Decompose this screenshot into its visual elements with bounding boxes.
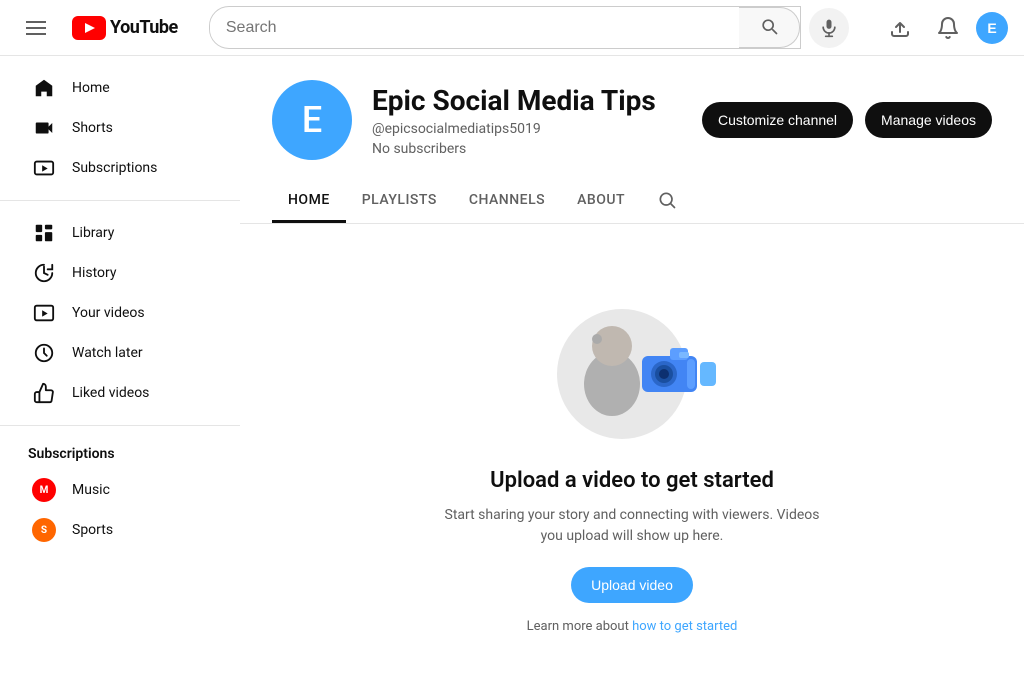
bell-icon <box>936 16 960 40</box>
empty-illustration <box>532 284 732 444</box>
tab-channels[interactable]: CHANNELS <box>453 180 561 223</box>
sidebar-item-liked-videos[interactable]: Liked videos <box>8 373 232 413</box>
library-icon <box>32 221 56 245</box>
sidebar-item-home[interactable]: Home <box>8 68 232 108</box>
watch-later-icon <box>32 341 56 365</box>
sidebar: Home Shorts Subscriptions Library Histor… <box>0 56 240 554</box>
sidebar-item-your-videos[interactable]: Your videos <box>8 293 232 333</box>
channel-actions: Customize channel Manage videos <box>702 102 992 138</box>
subscriptions-section-title: Subscriptions <box>0 438 240 470</box>
search-input[interactable] <box>210 11 739 45</box>
search-bar <box>209 6 801 49</box>
channel-avatar: E <box>272 80 352 160</box>
sidebar-item-library-label: Library <box>72 225 114 241</box>
learn-more-text: Learn more about how to get started <box>527 619 738 634</box>
sidebar-item-watch-later[interactable]: Watch later <box>8 333 232 373</box>
channel-header: E Epic Social Media Tips @epicsocialmedi… <box>240 56 1024 224</box>
sub-sports-icon: S <box>32 518 56 542</box>
sidebar-item-shorts[interactable]: Shorts <box>8 108 232 148</box>
main-content: E Epic Social Media Tips @epicsocialmedi… <box>240 56 1024 694</box>
manage-videos-button[interactable]: Manage videos <box>865 102 992 138</box>
sidebar-divider-1 <box>0 200 240 201</box>
sidebar-item-your-videos-label: Your videos <box>72 305 145 321</box>
tab-search-button[interactable] <box>649 182 685 221</box>
header-center <box>209 6 849 49</box>
empty-state: Upload a video to get started Start shar… <box>240 224 1024 694</box>
sidebar-item-sub-sports-label: Sports <box>72 522 113 538</box>
mic-icon <box>819 18 839 38</box>
sidebar-item-watch-later-label: Watch later <box>72 345 143 361</box>
sidebar-item-shorts-label: Shorts <box>72 120 113 136</box>
sidebar-item-history-label: History <box>72 265 117 281</box>
channel-details: Epic Social Media Tips @epicsocialmediat… <box>372 84 682 157</box>
empty-state-description: Start sharing your story and connecting … <box>432 505 832 547</box>
search-button[interactable] <box>739 7 800 48</box>
tab-playlists[interactable]: PLAYLISTS <box>346 180 453 223</box>
sidebar-item-library[interactable]: Library <box>8 213 232 253</box>
learn-more-link[interactable]: how to get started <box>632 619 737 634</box>
sidebar-divider-2 <box>0 425 240 426</box>
youtube-logo-text: YouTube <box>110 17 178 38</box>
channel-info: E Epic Social Media Tips @epicsocialmedi… <box>272 80 992 160</box>
menu-button[interactable] <box>16 8 56 48</box>
channel-handle: @epicsocialmediatips5019 <box>372 121 682 137</box>
upload-icon <box>888 16 912 40</box>
sidebar-item-home-label: Home <box>72 80 110 96</box>
youtube-logo-icon <box>72 16 106 40</box>
youtube-logo[interactable]: YouTube <box>72 16 178 40</box>
user-avatar-button[interactable]: E <box>976 12 1008 44</box>
notifications-button[interactable] <box>928 8 968 48</box>
header-left: YouTube <box>16 8 178 48</box>
sidebar-item-liked-videos-label: Liked videos <box>72 385 149 401</box>
channel-subscribers: No subscribers <box>372 141 682 157</box>
upload-video-button[interactable]: Upload video <box>571 567 693 603</box>
search-icon <box>759 16 779 36</box>
shorts-icon <box>32 116 56 140</box>
tab-about[interactable]: ABOUT <box>561 180 641 223</box>
your-videos-icon <box>32 301 56 325</box>
mic-button[interactable] <box>809 8 849 48</box>
subscriptions-icon <box>32 156 56 180</box>
customize-channel-button[interactable]: Customize channel <box>702 102 853 138</box>
channel-name: Epic Social Media Tips <box>372 84 682 117</box>
sidebar-item-subscriptions-label: Subscriptions <box>72 160 157 176</box>
channel-tabs: HOME PLAYLISTS CHANNELS ABOUT <box>272 180 992 223</box>
sidebar-item-sub-gaming[interactable]: G Gaming <box>8 550 232 554</box>
sub-music-icon: M <box>32 478 56 502</box>
tab-home[interactable]: HOME <box>272 180 346 223</box>
home-icon <box>32 76 56 100</box>
header-right: E <box>880 8 1008 48</box>
tab-search-icon <box>657 190 677 210</box>
history-icon <box>32 261 56 285</box>
sidebar-item-sub-music[interactable]: M Music <box>8 470 232 510</box>
sidebar-item-sub-music-label: Music <box>72 482 110 498</box>
liked-videos-icon <box>32 381 56 405</box>
empty-state-title: Upload a video to get started <box>490 468 774 493</box>
sidebar-item-history[interactable]: History <box>8 253 232 293</box>
hamburger-icon <box>26 21 46 35</box>
header: YouTube <box>0 0 1024 56</box>
sidebar-item-subscriptions[interactable]: Subscriptions <box>8 148 232 188</box>
sidebar-item-sub-sports[interactable]: S Sports <box>8 510 232 550</box>
upload-button[interactable] <box>880 8 920 48</box>
